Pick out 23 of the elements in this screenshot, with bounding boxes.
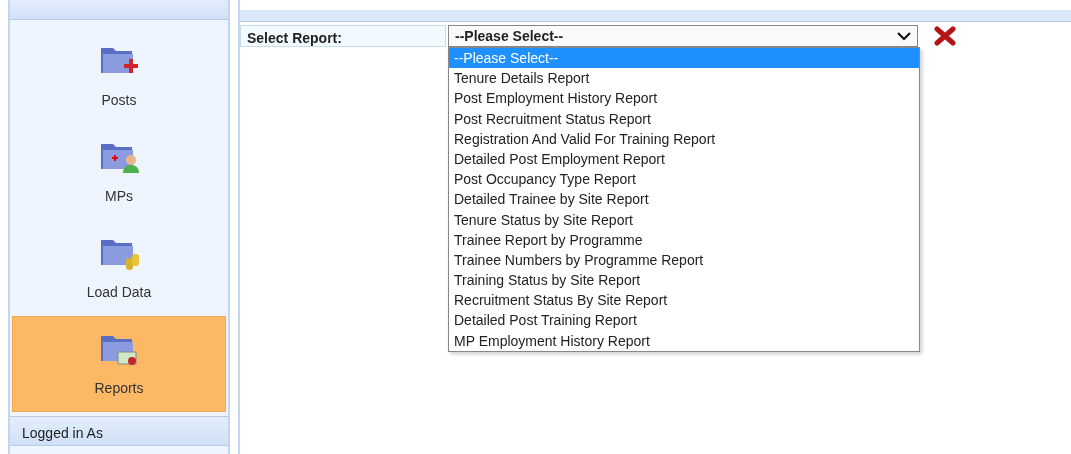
logged-in-label: Logged in As	[10, 416, 228, 446]
dropdown-option[interactable]: MP Employment History Report	[449, 330, 919, 351]
close-icon[interactable]	[934, 26, 956, 46]
dropdown-option[interactable]: Detailed Trainee by Site Report	[449, 189, 919, 210]
sidebar-item[interactable]: Posts	[12, 28, 226, 124]
dropdown-option[interactable]: Tenure Details Report	[449, 68, 919, 89]
sidebar-item[interactable]: Load Data	[12, 220, 226, 316]
dropdown-option[interactable]: Post Occupancy Type Report	[449, 169, 919, 190]
report-select[interactable]: --Please Select--	[448, 25, 918, 47]
dropdown-option[interactable]: Detailed Post Training Report	[449, 310, 919, 331]
dropdown-option[interactable]: Trainee Numbers by Programme Report	[449, 249, 919, 271]
chevron-icon	[897, 31, 911, 41]
dropdown-option[interactable]: Registration And Valid For Training Report	[449, 128, 919, 149]
sidebar-item[interactable]: MPs	[12, 124, 226, 220]
dropdown-option[interactable]: Recruitment Status By Site Report	[449, 290, 919, 311]
sidebar-item[interactable]: Reports	[12, 316, 226, 412]
dropdown-option[interactable]: Training Status by Site Report	[449, 270, 919, 291]
field-label: Select Report:	[240, 25, 446, 47]
dropdown-option[interactable]: Tenure Status by Site Report	[449, 209, 919, 230]
dropdown-option[interactable]: Trainee Report by Programme	[449, 229, 919, 250]
dropdown-option[interactable]: Detailed Post Employment Report	[449, 148, 919, 170]
dropdown-option[interactable]: Post Employment History Report	[449, 88, 919, 109]
dropdown-option[interactable]: Post Recruitment Status Report	[449, 108, 919, 129]
